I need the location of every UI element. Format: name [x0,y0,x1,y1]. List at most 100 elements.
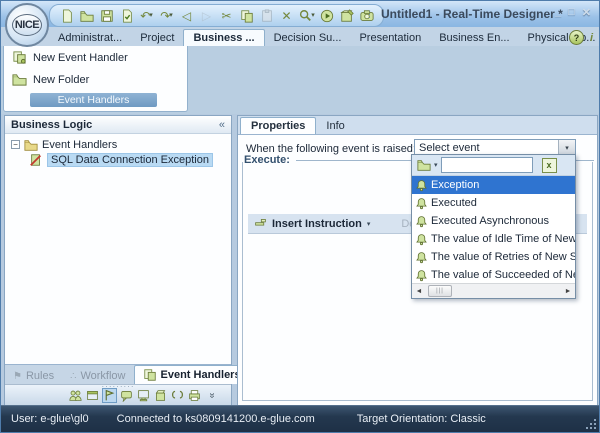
delete-icon[interactable]: ✕ [278,7,295,24]
event-list: Exception Executed Executed Asynchronous… [412,176,575,284]
bindings-view-icon[interactable] [170,388,185,403]
insert-instruction-caret-icon[interactable]: ▾ [367,220,371,228]
ribbon-tab-bar: Administrat... Project Business ... Deci… [1,27,599,46]
workflow-icon: ∴ [70,371,76,382]
copy-icon[interactable] [238,7,255,24]
strip-more-icon[interactable]: » [204,388,219,403]
undo-icon[interactable]: ↶▾ [138,7,155,24]
excel-export-icon[interactable]: x [542,158,557,173]
info-icon[interactable]: i [590,32,593,44]
paste-icon[interactable] [258,7,275,24]
event-option-succeeded[interactable]: The value of Succeeded of New Se [412,266,575,284]
tab-bar-icons: ? i [569,30,593,45]
tab-presentation[interactable]: Presentation [350,30,430,46]
scrollbar-thumb[interactable]: ||| [428,285,452,297]
new-event-handler-icon [12,50,27,65]
properties-tab-bar: Properties Info [238,116,597,135]
package-icon[interactable] [338,7,355,24]
tree-node-label-selected: SQL Data Connection Exception [47,153,213,167]
filter-folder-icon [417,158,431,172]
bell-icon [415,179,428,192]
tab-business[interactable]: Business ... [183,29,264,46]
window-view-icon[interactable] [85,388,100,403]
status-user: User: e-glue\gl0 [11,413,89,425]
event-handlers-tree: − Event Handlers SQL Data Connection Exc… [5,134,231,167]
package-view-icon[interactable] [153,388,168,403]
popup-horizontal-scrollbar[interactable]: ◄ ||| ► [412,283,575,298]
close-button[interactable]: ✕ [582,6,591,19]
monitor-view-icon[interactable] [136,388,151,403]
printer-view-icon[interactable] [187,388,202,403]
tree-node-label: Event Handlers [42,139,117,151]
bell-icon [415,269,428,282]
tab-rules[interactable]: ⚑ Rules [5,368,62,384]
event-dropdown-toolbar: ▾ x [412,155,575,176]
business-logic-header: Business Logic « [5,116,231,134]
view-icon-strip: ········· » [5,384,231,405]
insert-instruction-icon [254,217,267,230]
event-handler-exception-icon [29,153,43,167]
status-bar: User: e-glue\gl0 Connected to ks08091412… [1,405,599,432]
new-folder-label: New Folder [33,74,89,86]
navigate-forward-icon[interactable]: ▷ [198,7,215,24]
tree-node-sql-exception[interactable]: SQL Data Connection Exception [5,152,231,167]
tree-expander-icon[interactable]: − [11,140,20,149]
app-logo-button[interactable]: NICE [5,3,49,47]
app-window: NICE ↶▾ ↷▾ ◁ ▷ ✂ ✕ ▾ ⋮ Untitled1 - Real-… [0,0,600,433]
users-view-icon[interactable] [68,388,83,403]
filter-caret-icon[interactable]: ▾ [434,161,438,169]
event-search-input[interactable] [441,157,533,173]
tab-event-handlers[interactable]: Event Handlers [134,365,250,384]
tab-project[interactable]: Project [131,30,183,46]
rules-flag-icon: ⚑ [13,371,22,382]
scroll-right-icon[interactable]: ► [561,288,575,295]
maximize-button[interactable]: □ [568,6,575,19]
tab-administration[interactable]: Administrat... [49,30,131,46]
ribbon-group-label[interactable]: Event Handlers [30,93,157,107]
new-event-handler-button[interactable]: New Event Handler [6,47,185,68]
open-icon[interactable] [78,7,95,24]
business-logic-title: Business Logic [11,119,219,131]
quick-access-toolbar: ↶▾ ↷▾ ◁ ▷ ✂ ✕ ▾ [49,4,384,27]
check-in-icon[interactable] [118,7,135,24]
save-icon[interactable] [98,7,115,24]
tab-business-entities[interactable]: Business En... [430,30,518,46]
tab-properties[interactable]: Properties [240,117,316,134]
cut-icon[interactable]: ✂ [218,7,235,24]
toolbar-overflow-icon[interactable]: ⋮ [365,9,375,20]
search-icon[interactable]: ▾ [298,7,315,24]
left-panel-tabs: ⚑ Rules ∴ Workflow Event Handlers [5,364,231,384]
status-orientation: Target Orientation: Classic [357,413,486,425]
insert-instruction-button[interactable]: Insert Instruction [272,218,362,230]
tree-node-event-handlers[interactable]: − Event Handlers [5,137,231,152]
event-handlers-group: New Event Handler New Folder Event Handl… [3,46,188,112]
new-folder-button[interactable]: New Folder [6,69,185,90]
navigate-back-icon[interactable]: ◁ [178,7,195,24]
select-event-value: Select event [415,142,558,154]
resize-grip[interactable] [586,419,596,429]
event-option-executed[interactable]: Executed [412,194,575,212]
new-document-icon[interactable] [58,7,75,24]
event-option-executed-async[interactable]: Executed Asynchronous [412,212,575,230]
tab-event-handlers-label: Event Handlers [161,369,241,381]
help-icon[interactable]: ? [569,30,584,45]
bell-icon [415,233,428,246]
new-event-handler-label: New Event Handler [33,52,128,64]
event-option-exception[interactable]: Exception [412,176,575,194]
tab-info[interactable]: Info [316,118,354,134]
tab-decision[interactable]: Decision Su... [265,30,351,46]
strip-grip-dots[interactable]: ········· [102,382,135,391]
event-handlers-icon [143,368,157,382]
scroll-left-icon[interactable]: ◄ [412,288,426,295]
run-icon[interactable] [318,7,335,24]
title-bar: NICE ↶▾ ↷▾ ◁ ▷ ✂ ✕ ▾ ⋮ Untitled1 - Real-… [1,1,599,27]
collapse-panel-icon[interactable]: « [219,119,225,131]
status-connection: Connected to ks0809141200.e-glue.com [117,413,315,425]
business-logic-panel: Business Logic « − Event Handlers SQL Da… [4,115,232,406]
minimize-button[interactable]: _ [555,6,561,19]
bell-icon [415,251,428,264]
event-option-idle-time[interactable]: The value of Idle Time of New Serv [412,230,575,248]
redo-icon[interactable]: ↷▾ [158,7,175,24]
event-option-retries[interactable]: The value of Retries of New Serve [412,248,575,266]
event-dropdown-popup: ▾ x Exception Executed Executed Asynchro… [411,154,576,299]
